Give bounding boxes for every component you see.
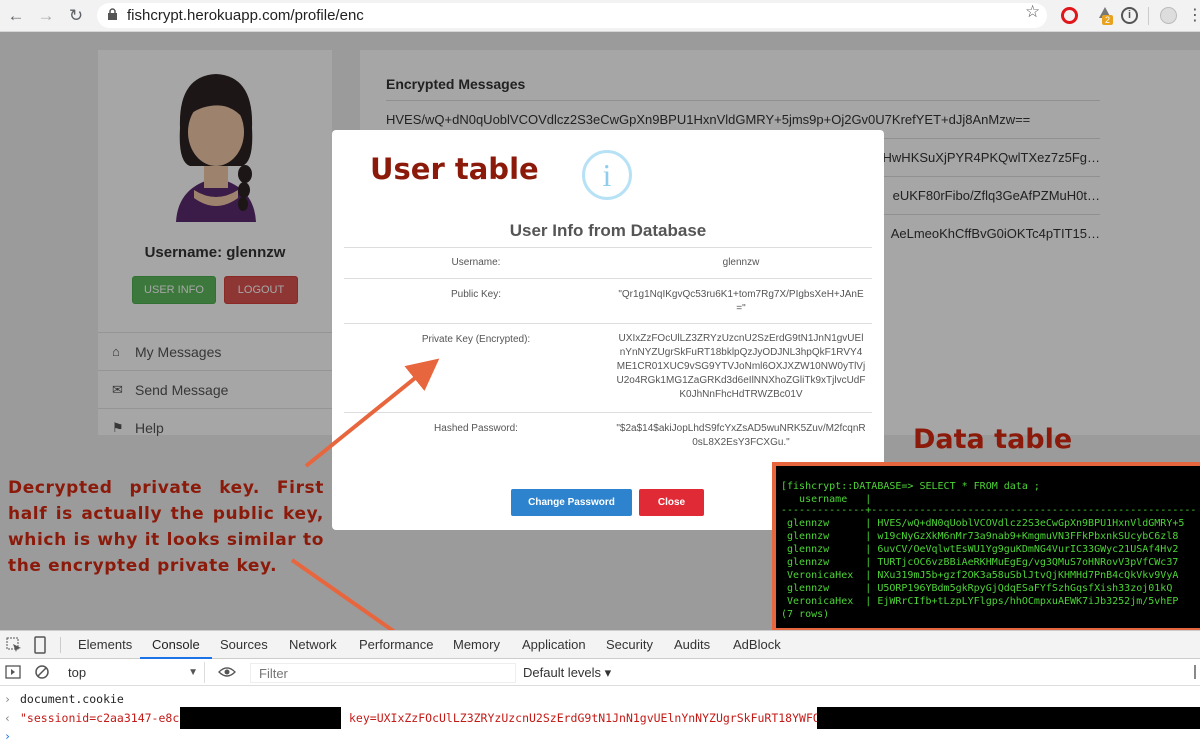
terminal-line: glennzw | w19cNyGzXkM6nMr73a9nab9+KmgmuV… [781, 531, 1179, 542]
row-value: UXIxZzFOcUlLZ3ZRYzUzcnU2SzErdG9tN1JnN1gv… [616, 333, 866, 400]
redaction-box [180, 707, 341, 729]
back-arrow-icon[interactable]: ← [6, 6, 26, 26]
data-table-annotation: Data table [913, 424, 1073, 455]
prompt-chevron-icon: › [4, 729, 11, 741]
sidebar-toggle-icon[interactable] [5, 665, 21, 679]
browser-toolbar: ← → ↻ fishcrypt.herokuapp.com/profile/en… [0, 0, 1200, 32]
info-extension-icon[interactable]: i [1121, 7, 1138, 24]
terminal-line: --------------+-------------------------… [781, 505, 1197, 516]
terminal-line: glennzw | 6uvCV/OeVqlwtEsWU1Yg9guKDmNG4V… [781, 544, 1179, 555]
clear-console-icon[interactable] [34, 664, 50, 680]
user-info-table: Username: glennzw Public Key: "Qr1g1NqIK… [344, 247, 872, 457]
redaction-box [817, 707, 1200, 729]
user-table-annotation: User table [370, 152, 539, 186]
forward-arrow-icon[interactable]: → [36, 6, 56, 26]
table-row: Hashed Password: "$2a$14$akiJopLhdS9fcYx… [344, 412, 872, 457]
terminal-line: glennzw | U5ORP196YBdm5gkRpyGjQdqESaFYfS… [781, 583, 1173, 594]
console-filter-input[interactable] [250, 663, 516, 683]
console-toolbar: top ▼ Default levels ▾ [0, 659, 1200, 686]
cookie-output-key: key=UXIxZzFOcUlLZ3ZRYzUzcnU2SzErdG9tN1Jn… [349, 711, 834, 725]
opera-extension-icon[interactable] [1061, 7, 1078, 24]
row-value: glennzw [722, 257, 760, 268]
settings-handle-icon[interactable] [1194, 665, 1196, 679]
row-value: "$2a$14$akiJopLhdS9fcYxZsAD5wuNRK5Zuv/M2… [616, 423, 866, 448]
screenshot-root: ← → ↻ fishcrypt.herokuapp.com/profile/en… [0, 0, 1200, 741]
tab-adblock[interactable]: AdBlock [733, 631, 781, 659]
database-terminal: [fishcrypt::DATABASE=> SELECT * FROM dat… [772, 462, 1200, 632]
terminal-line: glennzw | HVES/wQ+dN0qUoblVCOVdlcz2S3eCw… [781, 518, 1185, 529]
tab-divider [60, 637, 61, 653]
log-levels-dropdown[interactable]: Default levels ▾ [523, 663, 611, 683]
tab-audits[interactable]: Audits [674, 631, 710, 659]
tab-network[interactable]: Network [289, 631, 337, 659]
menu-dots-icon[interactable]: ⋮ [1187, 5, 1200, 25]
extension-badge-count: 2 [1102, 15, 1114, 25]
inspect-element-icon[interactable] [6, 637, 22, 653]
terminal-line: glennzw | TURTjcOC6vzBBiAeRKHMuEgEg/vg3Q… [781, 557, 1179, 568]
context-value: top [68, 665, 87, 680]
terminal-line: VeronicaHex | NXu319mJ5b+gzf2OK3a58uSblJ… [781, 570, 1179, 581]
return-chevron-icon: ‹ [4, 711, 11, 725]
device-toolbar-icon[interactable] [32, 636, 48, 654]
lock-icon [108, 8, 117, 20]
reload-icon[interactable]: ↻ [66, 6, 86, 26]
devtools-panel: Elements Console Sources Network Perform… [0, 630, 1200, 741]
table-row: Username: glennzw [344, 247, 872, 278]
address-bar[interactable]: fishcrypt.herokuapp.com/profile/enc [97, 3, 1047, 28]
tab-performance[interactable]: Performance [359, 631, 433, 659]
close-button[interactable]: Close [639, 489, 704, 516]
eye-icon[interactable] [218, 666, 236, 678]
tab-console[interactable]: Console [140, 631, 212, 659]
prompt-chevron-icon: › [4, 692, 11, 706]
row-label: Username: [451, 257, 501, 268]
cookie-output-start: "sessionid=c2aa3147-e8c8 [20, 711, 187, 725]
console-input-text: document.cookie [20, 692, 124, 706]
bookmark-star-icon[interactable]: ☆ [1025, 2, 1040, 22]
decrypted-key-annotation: Decrypted private key. First half is act… [8, 478, 324, 576]
row-label: Private Key (Encrypted): [421, 334, 531, 345]
terminal-line: VeronicaHex | EjWRrCIfb+tLzpLYFlgps/hhOC… [781, 596, 1179, 607]
chevron-down-icon: ▼ [188, 667, 198, 678]
tab-security[interactable]: Security [606, 631, 653, 659]
profile-avatar-icon[interactable] [1160, 7, 1177, 24]
devtools-tab-bar: Elements Console Sources Network Perform… [0, 631, 1200, 659]
terminal-line: (7 rows) [781, 609, 830, 620]
row-label: Public Key: [450, 289, 502, 300]
change-password-button[interactable]: Change Password [511, 489, 632, 516]
table-row: Public Key: "Qr1g1NqIKgvQc53ru6K1+tom7Rg… [344, 278, 872, 323]
row-value: "Qr1g1NqIKgvQc53ru6K1+tom7Rg7X/PIgbsXeH+… [618, 289, 864, 314]
info-icon: i [582, 150, 632, 200]
context-select[interactable]: top ▼ [60, 662, 205, 683]
row-label: Hashed Password: [434, 423, 518, 434]
modal-title: User Info from Database [509, 221, 707, 240]
toolbar-divider [1148, 7, 1149, 25]
url-text: fishcrypt.herokuapp.com/profile/enc [127, 7, 364, 24]
tab-memory[interactable]: Memory [453, 631, 500, 659]
tab-application[interactable]: Application [522, 631, 586, 659]
tab-elements[interactable]: Elements [78, 631, 132, 659]
table-row: Private Key (Encrypted): UXIxZzFOcUlLZ3Z… [344, 323, 872, 412]
tab-sources[interactable]: Sources [220, 631, 268, 659]
terminal-line: [fishcrypt::DATABASE=> SELECT * FROM dat… [781, 481, 1040, 492]
